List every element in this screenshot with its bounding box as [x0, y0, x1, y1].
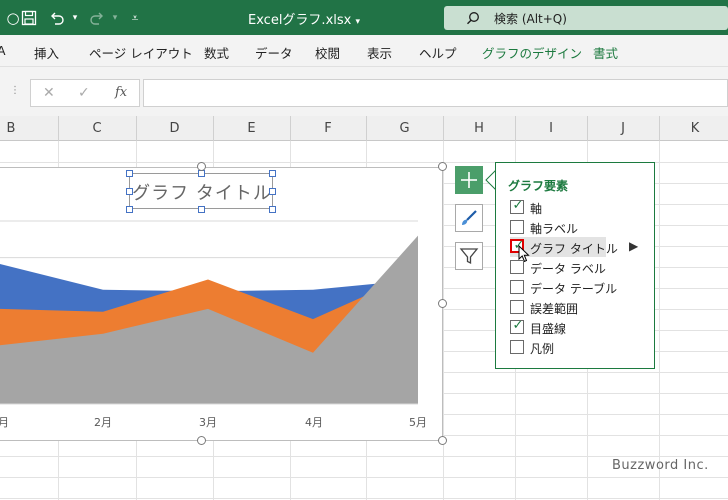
title-resize-handle[interactable] [198, 206, 205, 213]
chart-element-label: 軸 [530, 202, 543, 216]
chart-resize-handle[interactable] [438, 436, 447, 445]
chart-resize-handle[interactable] [438, 162, 447, 171]
checkbox[interactable]: ✓ [510, 198, 524, 214]
x-tick-label: 3月 [199, 416, 217, 429]
chart-element-label: データ テーブル [530, 282, 618, 296]
checkmark-icon: ✓ [512, 198, 524, 213]
chart-title[interactable]: グラフ タイトル [129, 173, 273, 209]
chart-element-label: 凡例 [530, 342, 555, 356]
chart-resize-handle[interactable] [438, 299, 447, 308]
chart-element-label: 誤差範囲 [530, 302, 579, 316]
checkmark-icon: ✓ [512, 318, 524, 333]
chart-title-text: グラフ タイトル [132, 183, 272, 204]
chart-elements-panel: グラフ要素 ✓ 軸 軸ラベル ✓ グラフ タイトル ▶ データ ラベル データ … [495, 162, 655, 369]
chart-element-axes[interactable]: ✓ 軸 [510, 198, 656, 217]
checkbox[interactable]: ✓ [510, 318, 524, 334]
chart-element-label: グラフ タイトル [530, 242, 618, 256]
chart-styles-button[interactable] [455, 204, 483, 232]
x-tick-label: 2月 [94, 416, 112, 429]
plus-icon [461, 172, 477, 188]
filter-icon [459, 248, 479, 265]
chart-element-axis-titles[interactable]: 軸ラベル [510, 219, 656, 237]
chart-element-legend[interactable]: 凡例 [510, 339, 656, 357]
title-resize-handle[interactable] [269, 188, 276, 195]
chart-element-gridlines[interactable]: ✓ 目盛線 [510, 318, 656, 337]
title-resize-handle[interactable] [269, 170, 276, 177]
checkbox[interactable] [510, 280, 524, 294]
paintbrush-icon [462, 210, 477, 225]
chart-element-error-bars[interactable]: 誤差範囲 [510, 299, 656, 317]
chart-elements-heading: グラフ要素 [508, 179, 569, 193]
checkbox[interactable] [510, 340, 524, 354]
chart-element-label: データ ラベル [530, 262, 606, 276]
x-tick-label: 5月 [409, 416, 427, 429]
title-resize-handle[interactable] [126, 206, 133, 213]
more-options-arrow-icon[interactable]: ▶ [629, 239, 638, 253]
watermark-text: Buzzword Inc. [612, 458, 709, 473]
chart-element-label: 軸ラベル [530, 222, 579, 236]
chart-elements-button[interactable] [455, 166, 483, 194]
chart-element-data-table[interactable]: データ テーブル [510, 279, 656, 297]
checkbox[interactable] [510, 220, 524, 234]
title-resize-handle[interactable] [198, 170, 205, 177]
chart-filters-button[interactable] [455, 242, 483, 270]
chart-element-data-labels[interactable]: データ ラベル [510, 259, 656, 277]
title-resize-handle[interactable] [126, 188, 133, 195]
chart-resize-handle[interactable] [197, 436, 206, 445]
chart-resize-handle[interactable] [197, 162, 206, 171]
title-resize-handle[interactable] [126, 170, 133, 177]
title-resize-handle[interactable] [269, 206, 276, 213]
checkbox[interactable] [510, 300, 524, 314]
x-tick-label: 4月 [305, 416, 323, 429]
x-tick-label: 月 [0, 416, 9, 429]
chart-element-label: 目盛線 [530, 322, 567, 336]
checkbox[interactable] [510, 260, 524, 274]
